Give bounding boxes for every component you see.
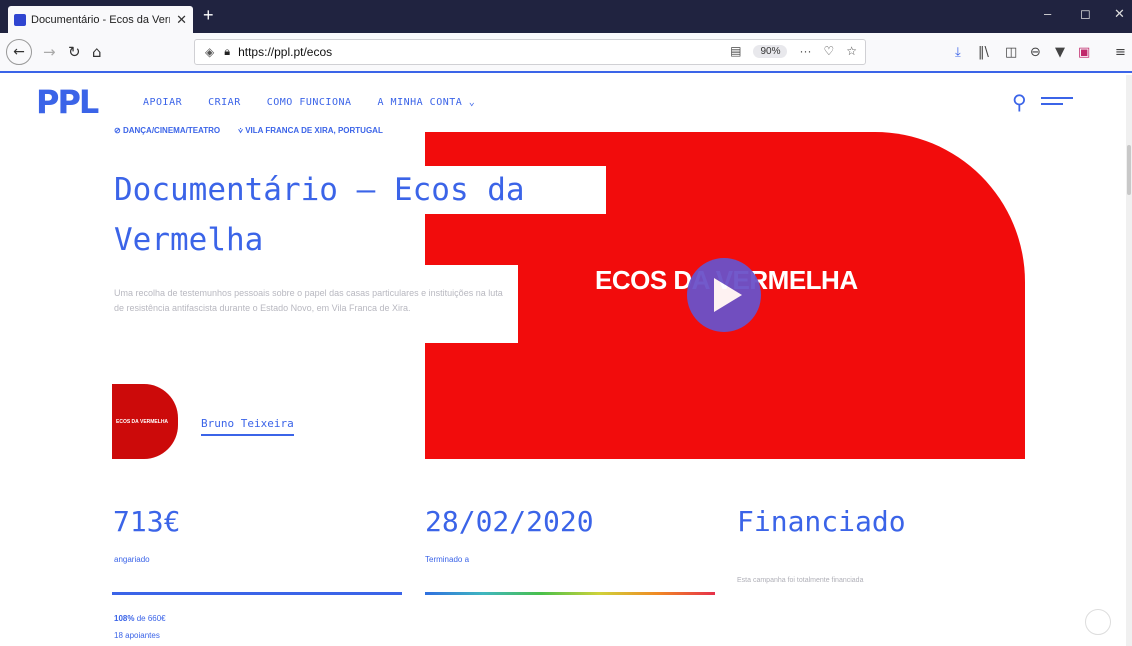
reload-button[interactable]: ↻ [68, 43, 81, 61]
download-icon[interactable]: ⤓ [955, 45, 961, 60]
location-tag[interactable]: ⩒ VILA FRANCA DE XIRA, PORTUGAL [238, 126, 383, 136]
shield-icon[interactable]: ◈ [205, 45, 214, 59]
page-actions-icon[interactable]: ··· [799, 44, 811, 58]
pocket-icon[interactable]: ♡ [823, 44, 834, 58]
close-window-button[interactable]: ✕ [1114, 6, 1125, 22]
hamburger-menu-icon[interactable]: ≡ [1115, 45, 1126, 60]
status-note: Esta campanha foi totalmente financiada [737, 577, 864, 584]
tab-title: Documentário - Ecos da Verme [31, 13, 171, 26]
minimize-button[interactable]: ‒ [1044, 6, 1051, 21]
tab-close-icon[interactable]: ✕ [176, 12, 187, 28]
lock-icon[interactable]: 🔒︎ [224, 46, 230, 59]
sidebar-icon[interactable]: ◫ [1005, 45, 1017, 60]
scrollbar[interactable] [1126, 75, 1132, 646]
maximize-button[interactable]: ◻ [1080, 6, 1091, 22]
browser-tab[interactable]: Documentário - Ecos da Verme ✕ [8, 6, 193, 33]
forward-button[interactable]: → [43, 43, 56, 61]
browser-toolbar: ← → ↻ ⌂ ◈ 🔒︎ https://ppl.pt/ecos ▤ 90% ·… [0, 33, 1132, 73]
web-page: PPL APOIAR CRIAR COMO FUNCIONA A MINHA C… [0, 75, 1132, 646]
play-button[interactable] [687, 258, 761, 332]
reader-view-icon[interactable]: ▤ [730, 44, 741, 58]
play-icon [714, 278, 742, 312]
progress-text: 108% de 660€ [114, 614, 166, 623]
nav-minha-conta[interactable]: A MINHA CONTA ⌄ [378, 97, 476, 108]
end-date-label: Terminado a [425, 555, 470, 564]
author-avatar[interactable]: ECOS DA VERMELHA [112, 384, 178, 459]
category-icon: ⊘ [114, 126, 123, 135]
supporters-count: 18 apoiantes [114, 631, 160, 640]
account-icon[interactable]: ⊖ [1030, 45, 1041, 60]
campaign-tags: ⊘ DANÇA/CINEMA/TEATRO ⩒ VILA FRANCA DE X… [114, 126, 383, 136]
campaign-title-line1: Documentário – Ecos da [110, 166, 606, 214]
ppl-logo[interactable]: PPL [36, 83, 99, 121]
library-icon[interactable]: ‖\ [978, 45, 989, 60]
nav-criar[interactable]: CRIAR [208, 97, 241, 108]
author-link[interactable]: Bruno Teixeira [201, 417, 294, 436]
extension-icon[interactable]: ▼ [1055, 45, 1065, 60]
favicon-icon [14, 13, 26, 26]
extension-icon-2[interactable]: ▣ [1078, 45, 1090, 60]
new-tab-button[interactable]: + [203, 5, 214, 26]
scrollbar-thumb[interactable] [1127, 145, 1131, 195]
menu-icon[interactable] [1041, 97, 1073, 111]
progress-bar [112, 592, 402, 595]
arrow-left-icon: ← [13, 44, 25, 60]
nav-como-funciona[interactable]: COMO FUNCIONA [267, 97, 352, 108]
time-bar [425, 592, 715, 595]
search-icon[interactable]: ⚲ [1012, 90, 1027, 114]
back-button[interactable]: ← [6, 39, 32, 65]
url-bar[interactable]: ◈ 🔒︎ https://ppl.pt/ecos ▤ 90% ··· ♡ ☆ [194, 39, 866, 65]
campaign-description: Uma recolha de testemunhos pessoais sobr… [114, 288, 503, 313]
progress-goal: de 660€ [134, 614, 166, 623]
raised-label: angariado [114, 555, 150, 564]
browser-titlebar: Documentário - Ecos da Verme ✕ + ‒ ◻ ✕ [0, 0, 1132, 33]
campaign-status: Financiado [737, 505, 906, 538]
main-nav: APOIAR CRIAR COMO FUNCIONA A MINHA CONTA… [143, 97, 475, 108]
home-button[interactable]: ⌂ [92, 43, 102, 61]
progress-percent: 108% [114, 614, 135, 623]
zoom-level[interactable]: 90% [753, 44, 788, 58]
end-date: 28/02/2020 [425, 505, 594, 538]
nav-apoiar[interactable]: APOIAR [143, 97, 182, 108]
campaign-title-line2: Vermelha [110, 216, 272, 264]
raised-amount: 713€ [113, 505, 181, 538]
url-text[interactable]: https://ppl.pt/ecos [238, 45, 332, 59]
bookmark-star-icon[interactable]: ☆ [846, 44, 857, 58]
avatar-label: ECOS DA VERMELHA [116, 418, 169, 425]
category-tag[interactable]: ⊘ DANÇA/CINEMA/TEATRO [114, 126, 220, 136]
chat-button[interactable] [1085, 609, 1111, 635]
